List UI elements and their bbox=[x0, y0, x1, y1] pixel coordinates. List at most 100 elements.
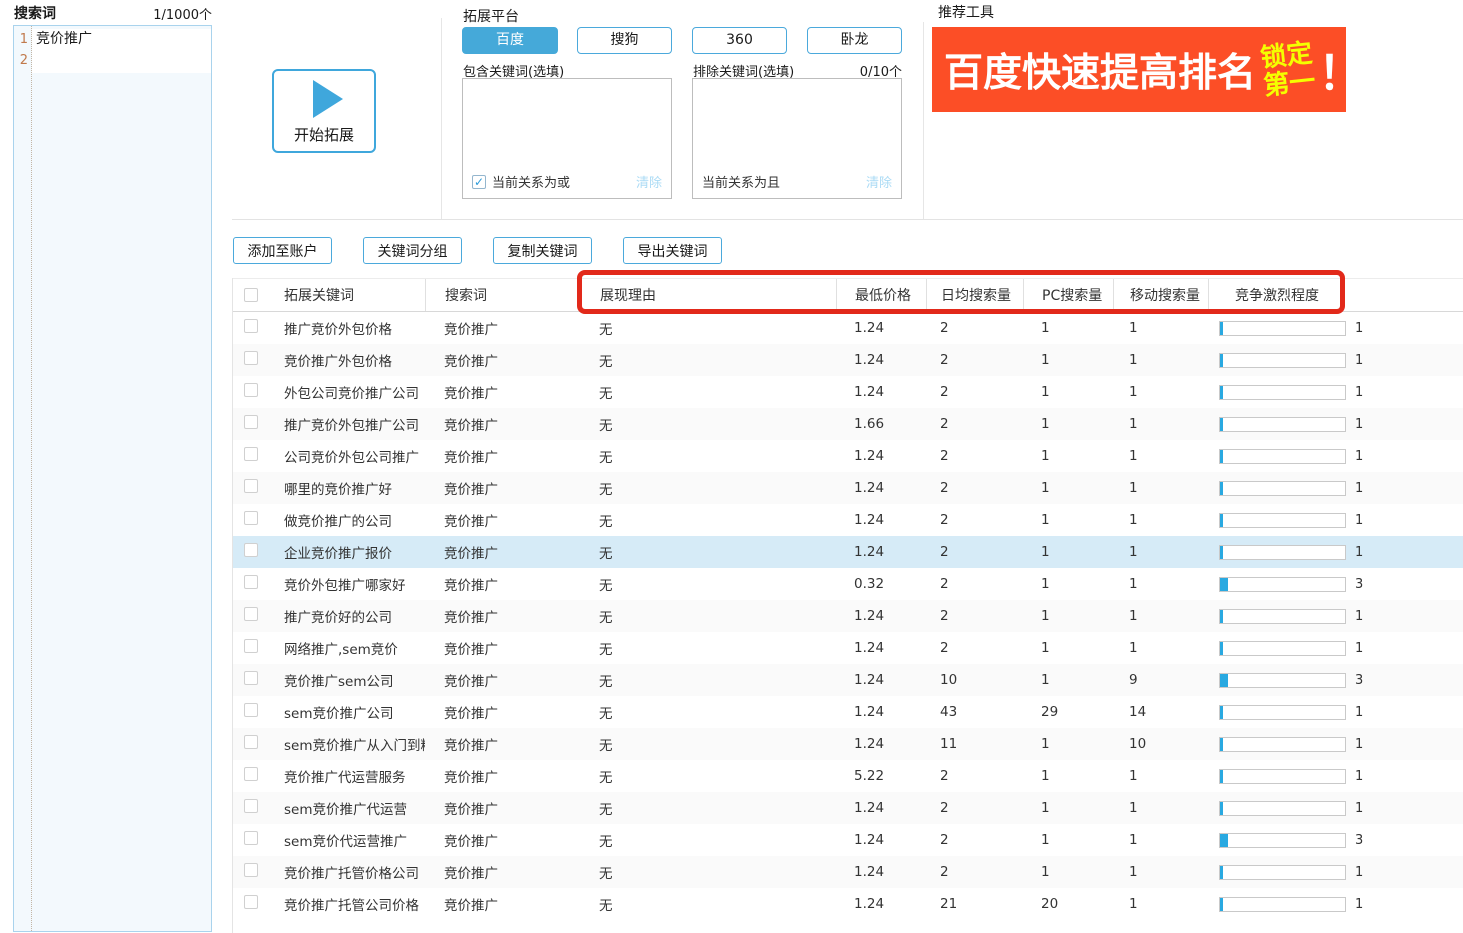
competition-value: 1 bbox=[1355, 481, 1363, 496]
row-checkbox[interactable] bbox=[244, 415, 258, 429]
cell-search-word: 竞价推广 bbox=[425, 894, 579, 914]
row-checkbox[interactable] bbox=[244, 383, 258, 397]
row-checkbox[interactable] bbox=[244, 671, 258, 685]
row-checkbox[interactable] bbox=[244, 351, 258, 365]
competition-bar bbox=[1219, 577, 1346, 592]
row-checkbox[interactable] bbox=[244, 639, 258, 653]
export-keywords-button[interactable]: 导出关键词 bbox=[623, 237, 722, 264]
search-words-editor[interactable]: 1 2 竞价推广 bbox=[13, 25, 212, 932]
row-checkbox[interactable] bbox=[244, 767, 258, 781]
col-header-pc-search: PC搜索量 bbox=[1023, 279, 1113, 311]
table-row[interactable]: 竞价外包推广哪家好 竞价推广 无 0.32 2 1 1 3 bbox=[233, 568, 1463, 600]
cell-daily-search: 2 bbox=[926, 768, 1023, 784]
cell-display-reason: 无 bbox=[579, 542, 836, 562]
line-number: 1 bbox=[14, 29, 28, 50]
competition-value: 1 bbox=[1355, 353, 1363, 368]
start-expansion-button[interactable]: 开始拓展 bbox=[272, 69, 376, 153]
row-checkbox[interactable] bbox=[244, 447, 258, 461]
row-checkbox[interactable] bbox=[244, 319, 258, 333]
table-row[interactable]: sem竞价推广从入门到精通 竞价推广 无 1.24 11 1 10 1 bbox=[233, 728, 1463, 760]
play-icon bbox=[313, 80, 343, 118]
row-checkbox[interactable] bbox=[244, 607, 258, 621]
cell-mobile-search: 1 bbox=[1113, 864, 1208, 880]
cell-mobile-search: 1 bbox=[1113, 544, 1208, 560]
editor-content[interactable]: 竞价推广 bbox=[32, 26, 211, 931]
table-row[interactable]: 竞价推广sem公司 竞价推广 无 1.24 10 1 9 3 bbox=[233, 664, 1463, 696]
relation-or-checkbox[interactable]: ✓ bbox=[472, 175, 486, 189]
exclude-keywords-input[interactable]: 当前关系为且 清除 bbox=[692, 78, 902, 199]
competition-bar bbox=[1219, 641, 1346, 656]
promo-banner[interactable]: 百度快速提高排名 锁定 第一 ！ bbox=[932, 27, 1346, 112]
row-checkbox[interactable] bbox=[244, 799, 258, 813]
platform-button-wolong[interactable]: 卧龙 bbox=[807, 27, 902, 54]
table-row[interactable]: 竞价推广托管公司价格 竞价推广 无 1.24 21 20 1 1 bbox=[233, 888, 1463, 920]
row-checkbox[interactable] bbox=[244, 543, 258, 557]
platform-button-360[interactable]: 360 bbox=[692, 27, 787, 54]
competition-value: 1 bbox=[1355, 769, 1363, 784]
platform-button-sogou[interactable]: 搜狗 bbox=[577, 27, 672, 54]
cell-competition: 3 bbox=[1208, 673, 1463, 688]
table-row[interactable]: 哪里的竞价推广好 竞价推广 无 1.24 2 1 1 1 bbox=[233, 472, 1463, 504]
competition-value: 3 bbox=[1355, 577, 1363, 592]
table-row[interactable]: 外包公司竞价推广公司 竞价推广 无 1.24 2 1 1 1 bbox=[233, 376, 1463, 408]
cell-display-reason: 无 bbox=[579, 510, 836, 530]
cell-daily-search: 2 bbox=[926, 544, 1023, 560]
table-row[interactable]: 竞价推广代运营服务 竞价推广 无 5.22 2 1 1 1 bbox=[233, 760, 1463, 792]
competition-bar bbox=[1219, 513, 1346, 528]
row-checkbox[interactable] bbox=[244, 863, 258, 877]
competition-value: 1 bbox=[1355, 641, 1363, 656]
line-number-gutter: 1 2 bbox=[14, 26, 32, 931]
cell-daily-search: 2 bbox=[926, 640, 1023, 656]
row-checkbox[interactable] bbox=[244, 895, 258, 909]
competition-value: 1 bbox=[1355, 865, 1363, 880]
row-checkbox[interactable] bbox=[244, 575, 258, 589]
copy-keywords-button[interactable]: 复制关键词 bbox=[493, 237, 592, 264]
row-checkbox[interactable] bbox=[244, 831, 258, 845]
cell-daily-search: 2 bbox=[926, 864, 1023, 880]
competition-value: 1 bbox=[1355, 513, 1363, 528]
row-checkbox[interactable] bbox=[244, 479, 258, 493]
table-row[interactable]: 推广竞价外包推广公司 竞价推广 无 1.66 2 1 1 1 bbox=[233, 408, 1463, 440]
row-checkbox[interactable] bbox=[244, 735, 258, 749]
table-row[interactable]: sem竞价推广公司 竞价推广 无 1.24 43 29 14 1 bbox=[233, 696, 1463, 728]
cell-expanded-keyword: sem竞价推广从入门到精通 bbox=[265, 734, 425, 754]
cell-min-price: 1.24 bbox=[836, 800, 926, 816]
add-to-account-button[interactable]: 添加至账户 bbox=[233, 237, 332, 264]
keyword-group-button[interactable]: 关键词分组 bbox=[363, 237, 462, 264]
cell-expanded-keyword: 竞价外包推广哪家好 bbox=[265, 574, 425, 594]
include-keywords-input[interactable]: ✓ 当前关系为或 清除 bbox=[462, 78, 672, 199]
exclude-clear-link[interactable]: 清除 bbox=[866, 172, 892, 191]
row-checkbox[interactable] bbox=[244, 703, 258, 717]
platform-button-baidu[interactable]: 百度 bbox=[462, 27, 558, 54]
table-row[interactable]: sem竞价代运营推广 竞价推广 无 1.24 2 1 1 3 bbox=[233, 824, 1463, 856]
cell-daily-search: 2 bbox=[926, 800, 1023, 816]
line-number: 2 bbox=[14, 50, 28, 71]
table-row[interactable]: 网络推广,sem竞价 竞价推广 无 1.24 2 1 1 1 bbox=[233, 632, 1463, 664]
cell-min-price: 1.24 bbox=[836, 384, 926, 400]
table-row[interactable]: 推广竞价好的公司 竞价推广 无 1.24 2 1 1 1 bbox=[233, 600, 1463, 632]
table-row[interactable]: 公司竞价外包公司推广 竞价推广 无 1.24 2 1 1 1 bbox=[233, 440, 1463, 472]
cell-pc-search: 1 bbox=[1023, 800, 1113, 816]
competition-value: 1 bbox=[1355, 897, 1363, 912]
competition-bar bbox=[1219, 833, 1346, 848]
table-row[interactable]: 竞价推广外包价格 竞价推广 无 1.24 2 1 1 1 bbox=[233, 344, 1463, 376]
table-row[interactable]: 企业竞价推广报价 竞价推广 无 1.24 2 1 1 1 bbox=[233, 536, 1463, 568]
table-row[interactable]: 推广竞价外包价格 竞价推广 无 1.24 2 1 1 1 bbox=[233, 312, 1463, 344]
table-row[interactable]: 竞价推广托管价格公司 竞价推广 无 1.24 2 1 1 1 bbox=[233, 856, 1463, 888]
cell-display-reason: 无 bbox=[579, 638, 836, 658]
cell-competition: 3 bbox=[1208, 577, 1463, 592]
col-header-search-word: 搜索词 bbox=[425, 279, 579, 311]
cell-mobile-search: 1 bbox=[1113, 608, 1208, 624]
competition-value: 1 bbox=[1355, 385, 1363, 400]
cell-search-word: 竞价推广 bbox=[425, 350, 579, 370]
row-checkbox[interactable] bbox=[244, 511, 258, 525]
table-row[interactable]: 做竞价推广的公司 竞价推广 无 1.24 2 1 1 1 bbox=[233, 504, 1463, 536]
cell-expanded-keyword: 竞价推广sem公司 bbox=[265, 670, 425, 690]
cell-mobile-search: 1 bbox=[1113, 384, 1208, 400]
relation-and-label: 当前关系为且 bbox=[702, 172, 780, 191]
table-row[interactable]: sem竞价推广代运营 竞价推广 无 1.24 2 1 1 1 bbox=[233, 792, 1463, 824]
include-clear-link[interactable]: 清除 bbox=[636, 172, 662, 191]
cell-search-word: 竞价推广 bbox=[425, 542, 579, 562]
keyword-expansion-tool: 搜索词 1/1000个 1 2 竞价推广 开始拓展 拓展平台 百度 搜狗 360… bbox=[0, 0, 1463, 933]
select-all-checkbox[interactable] bbox=[244, 288, 258, 302]
